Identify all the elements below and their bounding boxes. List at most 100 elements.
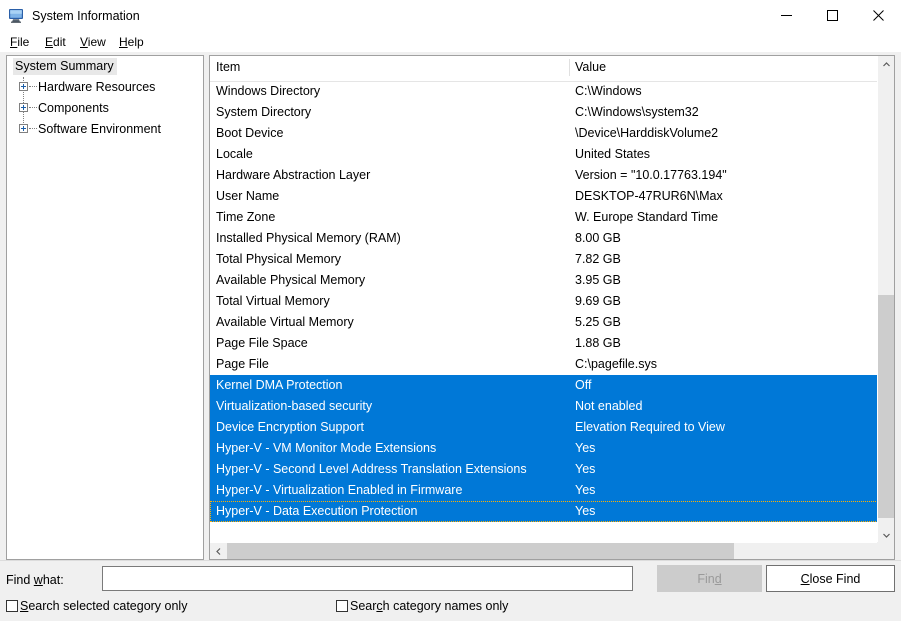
table-row[interactable]: Available Physical Memory 3.95 GB [210,270,894,291]
tree-connector-dots [29,128,37,130]
row-value-cell: C:\Windows\system32 [575,105,699,119]
table-row[interactable]: Hyper-V - Virtualization Enabled in Firm… [210,480,894,501]
maximize-button[interactable] [809,0,855,31]
details-list-rows: Windows Directory C:\Windows System Direct… [210,81,894,536]
maximize-icon [826,10,838,21]
tree-item-label: Software Environment [38,122,161,136]
table-row[interactable]: Windows Directory C:\Windows [210,81,894,102]
row-value-cell: 1.88 GB [575,336,621,350]
expand-plus-icon[interactable] [19,82,28,92]
tree-item-components[interactable]: Components [7,98,203,119]
row-item-cell: Total Virtual Memory [216,294,330,308]
table-row[interactable]: Total Physical Memory 7.82 GB [210,249,894,270]
row-value-cell: Version = "10.0.17763.194" [575,168,727,182]
row-value-cell: Off [575,378,592,392]
row-value-cell: United States [575,147,651,161]
row-item-cell: Virtualization-based security [216,399,373,413]
search-category-names-checkbox[interactable]: Search category names only [336,599,508,613]
table-row[interactable]: Hyper-V - VM Monitor Mode Extensions Yes [210,438,894,459]
table-row[interactable]: Total Virtual Memory 9.69 GB [210,291,894,312]
list-column-header: Item Value [210,56,894,82]
table-row[interactable]: Available Virtual Memory 5.25 GB [210,312,894,333]
table-row[interactable]: Virtualization-based security Not enabled [210,396,894,417]
details-list-panel: Item Value Windows Directory C:\Windows Sy… [209,55,895,560]
row-item-cell: Available Physical Memory [216,273,366,287]
close-find-button[interactable]: Close Find [766,565,895,592]
row-value-cell: C:\Windows [575,84,642,98]
table-row[interactable]: User Name DESKTOP-47RUR6N\Max [210,186,894,207]
vertical-scroll-thumb[interactable] [878,295,894,518]
tree-connector-dots [29,107,37,109]
search-selected-category-checkbox[interactable]: Search selected category only [6,599,187,613]
horizontal-scroll-thumb[interactable] [227,543,734,559]
minimize-icon [780,15,792,16]
row-item-cell: Device Encryption Support [216,420,364,434]
row-item-cell: Installed Physical Memory (RAM) [216,231,401,245]
expand-plus-icon[interactable] [19,103,28,113]
find-what-label: Find what: [6,573,64,587]
tree-item-system-summary[interactable]: System Summary [7,56,203,77]
menu-file[interactable]: File [5,34,34,51]
row-value-cell: Yes [575,483,596,497]
tree-item-label: Hardware Resources [38,80,156,94]
menu-help[interactable]: Help [114,34,149,51]
table-row[interactable]: Hyper-V - Data Execution Protection Yes [210,501,894,522]
chevron-down-icon [883,533,890,538]
table-row[interactable]: Locale United States [210,144,894,165]
menu-edit[interactable]: Edit [40,34,71,51]
menu-bar: File Edit View Help [0,32,901,52]
row-value-cell: 3.95 GB [575,273,621,287]
column-header-value[interactable]: Value [575,60,606,74]
table-row[interactable]: Hardware Abstraction Layer Version = "10.… [210,165,894,186]
table-row[interactable]: Page File Space 1.88 GB [210,333,894,354]
tree-item-hardware-resources[interactable]: Hardware Resources [7,77,203,98]
scrollbar-corner [877,542,894,559]
column-header-item[interactable]: Item [216,60,240,74]
find-button[interactable]: Fin d [657,565,762,592]
table-row[interactable]: Kernel DMA Protection Off [210,375,894,396]
column-divider[interactable] [569,59,570,76]
row-item-cell: Hyper-V - Data Execution Protection [216,504,418,518]
row-item-cell: Page File [216,357,269,371]
row-item-cell: Kernel DMA Protection [216,378,343,392]
row-item-cell: Hardware Abstraction Layer [216,168,371,182]
table-row[interactable]: Page File C:\pagefile.sys [210,354,894,375]
minimize-button[interactable] [763,0,809,31]
row-value-cell: C:\pagefile.sys [575,357,657,371]
row-value-cell: Yes [575,462,596,476]
chevron-up-icon [883,62,890,67]
checkbox-box[interactable] [6,600,18,612]
table-row[interactable]: Device Encryption Support Elevation Requi… [210,417,894,438]
row-item-cell: Time Zone [216,210,276,224]
menu-view[interactable]: View [75,34,111,51]
checkbox-box[interactable] [336,600,348,612]
close-icon [872,10,884,21]
horizontal-scrollbar[interactable] [210,542,894,559]
tree-connector-dots [29,86,37,88]
table-row[interactable]: Boot Device \Device\HarddiskVolume2 [210,123,894,144]
row-item-cell: Locale [216,147,253,161]
category-tree-panel: System Summary Hardware Resources Compon… [6,55,204,560]
table-row[interactable]: Installed Physical Memory (RAM) 8.00 GB [210,228,894,249]
expand-plus-icon[interactable] [19,124,28,134]
find-input[interactable] [102,566,633,591]
scroll-left-button[interactable] [210,543,227,559]
system-information-window: System Information File Edit View Help S… [0,0,901,621]
table-row[interactable]: Time Zone W. Europe Standard Time [210,207,894,228]
title-bar: System Information [0,0,901,33]
row-value-cell: W. Europe Standard Time [575,210,719,224]
checkbox-label: Search selected category only [20,599,188,613]
tree-item-software-environment[interactable]: Software Environment [7,119,203,140]
row-value-cell: Elevation Required to View [575,420,725,434]
tree-item-label: System Summary [13,58,117,75]
row-value-cell: 9.69 GB [575,294,621,308]
table-row[interactable]: System Directory C:\Windows\system32 [210,102,894,123]
row-value-cell: 5.25 GB [575,315,621,329]
close-button[interactable] [855,0,901,31]
row-item-cell: Hyper-V - Second Level Address Translati… [216,462,527,476]
row-value-cell: Not enabled [575,399,643,413]
scroll-up-button[interactable] [878,56,894,73]
row-item-cell: Hyper-V - VM Monitor Mode Extensions [216,441,437,455]
table-row[interactable]: Hyper-V - Second Level Address Translati… [210,459,894,480]
vertical-scrollbar[interactable] [877,56,894,544]
